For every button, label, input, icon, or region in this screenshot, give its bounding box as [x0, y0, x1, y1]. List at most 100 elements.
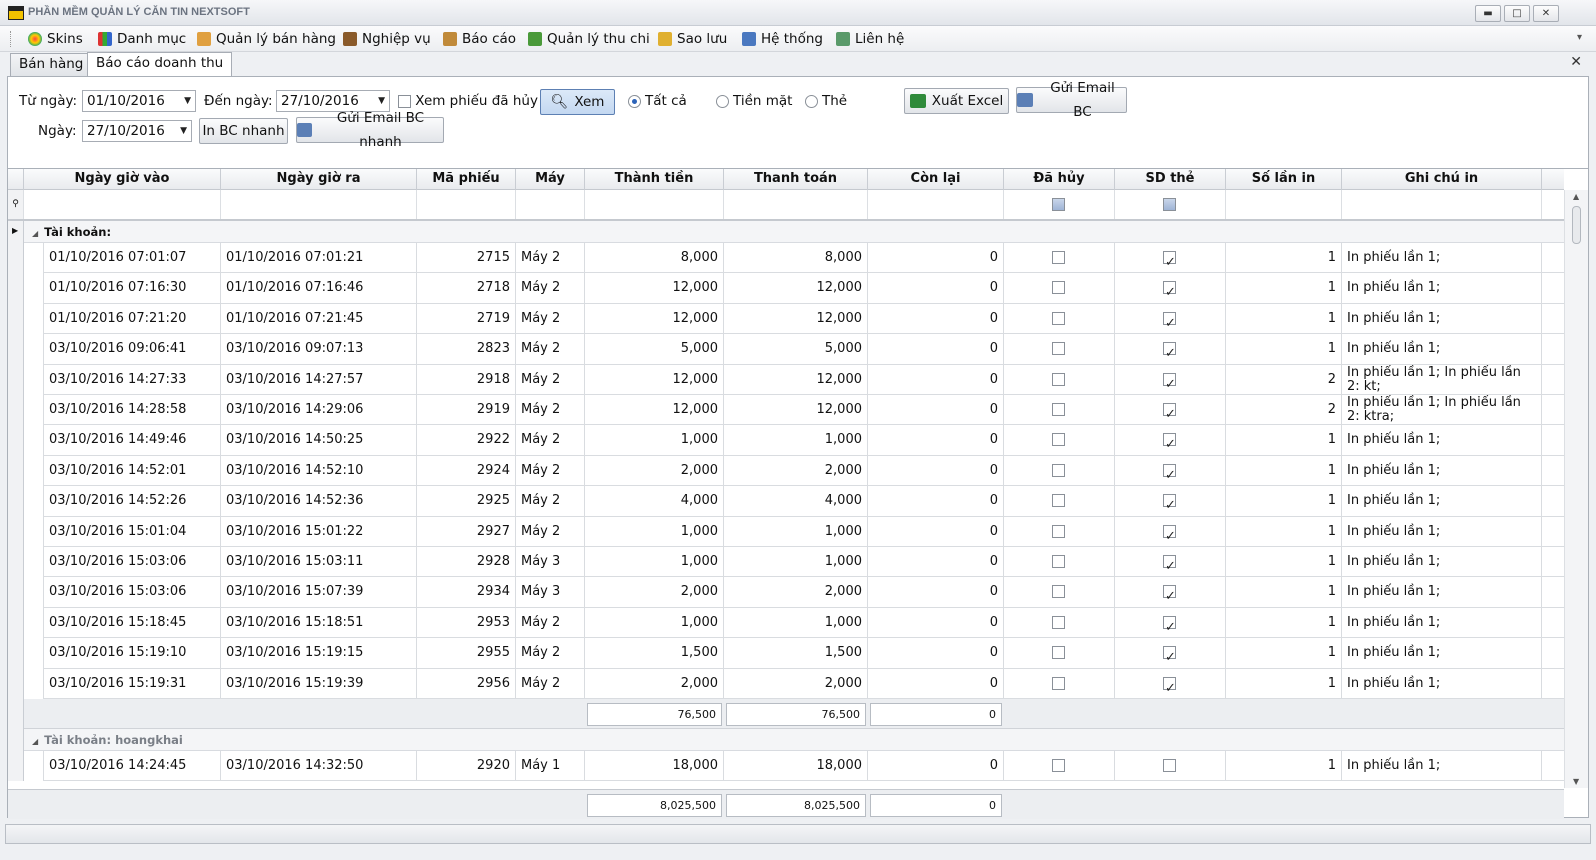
cell-9[interactable]: 1	[1226, 638, 1342, 669]
cell-8[interactable]	[1115, 243, 1226, 273]
cell-3[interactable]: Máy 3	[516, 547, 585, 577]
cell-4[interactable]: 1,000	[585, 547, 724, 577]
cell-6[interactable]: 0	[868, 638, 1004, 669]
cell-8[interactable]	[1115, 607, 1226, 638]
table-row[interactable]: 03/10/2016 14:49:46 03/10/2016 14:50:25 29…	[44, 425, 1564, 456]
filter-checkbox[interactable]	[1052, 198, 1065, 211]
cancelled-checkbox[interactable]	[1052, 251, 1065, 264]
view-button[interactable]: 🔍︎ Xem	[540, 89, 615, 115]
row-indicator[interactable]	[8, 729, 24, 751]
cell-8[interactable]	[1115, 395, 1226, 425]
cell-5[interactable]: 12,000	[724, 395, 868, 425]
cell-10[interactable]: In phiếu lần 1;	[1342, 334, 1542, 365]
collapse-group-icon[interactable]: ◢	[32, 223, 38, 245]
column-header-2[interactable]: Mã phiếu	[417, 169, 516, 190]
cell-8[interactable]	[1115, 638, 1226, 669]
cell-9[interactable]: 1	[1226, 243, 1342, 273]
cell-3[interactable]: Máy 2	[516, 395, 585, 425]
menu-item-1[interactable]: Danh mục	[98, 30, 186, 48]
cell-0[interactable]: 03/10/2016 15:18:45	[44, 607, 221, 638]
cell-8[interactable]	[1115, 486, 1226, 517]
table-row[interactable]: 01/10/2016 07:16:30 01/10/2016 07:16:46 27…	[44, 273, 1564, 304]
cell-9[interactable]: 1	[1226, 455, 1342, 486]
cell-6[interactable]: 0	[868, 364, 1004, 395]
cell-7[interactable]	[1004, 364, 1115, 395]
cell-5[interactable]: 18,000	[724, 751, 868, 781]
cell-2[interactable]: 2953	[417, 607, 516, 638]
card-used-checkbox[interactable]	[1163, 613, 1176, 638]
row-indicator[interactable]	[8, 668, 24, 699]
cell-2[interactable]: 2955	[417, 638, 516, 669]
cell-4[interactable]: 1,000	[585, 516, 724, 547]
cell-1[interactable]: 03/10/2016 14:50:25	[221, 425, 417, 456]
cell-1[interactable]: 01/10/2016 07:01:21	[221, 243, 417, 273]
cell-4[interactable]: 2,000	[585, 668, 724, 699]
table-row[interactable]: 01/10/2016 07:01:07 01/10/2016 07:01:21 27…	[44, 243, 1564, 274]
cell-7[interactable]	[1004, 303, 1115, 334]
cell-2[interactable]: 2823	[417, 334, 516, 365]
cell-10[interactable]: In phiếu lần 1;	[1342, 668, 1542, 699]
cell-2[interactable]: 2927	[417, 516, 516, 547]
cell-7[interactable]	[1004, 455, 1115, 486]
column-header-9[interactable]: Số lần in	[1226, 169, 1342, 190]
table-row[interactable]: 03/10/2016 15:19:10 03/10/2016 15:19:15 29…	[44, 638, 1564, 669]
table-row[interactable]: 03/10/2016 14:28:58 03/10/2016 14:29:06 29…	[44, 395, 1564, 426]
filter-cell-7[interactable]	[1004, 190, 1115, 219]
cell-8[interactable]	[1115, 577, 1226, 608]
card-used-checkbox[interactable]	[1163, 370, 1176, 395]
cell-0[interactable]: 03/10/2016 14:52:01	[44, 455, 221, 486]
filter-cell-9[interactable]	[1226, 190, 1342, 219]
table-row[interactable]: 03/10/2016 14:27:33 03/10/2016 14:27:57 29…	[44, 364, 1564, 395]
cell-3[interactable]: Máy 2	[516, 486, 585, 517]
cell-6[interactable]: 0	[868, 395, 1004, 425]
cell-8[interactable]	[1115, 547, 1226, 577]
cell-7[interactable]	[1004, 547, 1115, 577]
send-email-quick-button[interactable]: Gửi Email BC nhanh	[296, 110, 444, 150]
cell-5[interactable]: 12,000	[724, 273, 868, 304]
scrollbar-thumb[interactable]	[1572, 206, 1581, 244]
tab-ban-hang[interactable]: Bán hàng	[10, 53, 93, 76]
cell-1[interactable]: 03/10/2016 14:52:36	[221, 486, 417, 517]
row-indicator[interactable]	[8, 395, 24, 426]
card-used-checkbox[interactable]	[1163, 430, 1176, 455]
filter-cell-1[interactable]	[221, 190, 417, 219]
card-used-checkbox[interactable]	[1163, 759, 1176, 772]
card-used-checkbox[interactable]	[1163, 491, 1176, 516]
cell-1[interactable]: 03/10/2016 15:18:51	[221, 607, 417, 638]
cell-6[interactable]: 0	[868, 668, 1004, 699]
cell-0[interactable]: 03/10/2016 09:06:41	[44, 334, 221, 365]
menu-overflow-icon[interactable]: ▾	[1577, 32, 1582, 43]
menu-item-8[interactable]: Liên hệ	[836, 30, 904, 48]
cell-4[interactable]: 1,000	[585, 425, 724, 456]
cell-0[interactable]: 03/10/2016 14:52:26	[44, 486, 221, 517]
row-indicator[interactable]	[8, 486, 24, 517]
card-used-checkbox[interactable]	[1163, 582, 1176, 607]
cell-10[interactable]: In phiếu lần 1;	[1342, 547, 1542, 577]
cell-0[interactable]: 03/10/2016 14:28:58	[44, 395, 221, 425]
cell-7[interactable]	[1004, 486, 1115, 517]
cell-10[interactable]: In phiếu lần 1;	[1342, 486, 1542, 517]
cancelled-checkbox[interactable]	[1052, 676, 1065, 690]
cell-10[interactable]: In phiếu lần 1;	[1342, 455, 1542, 486]
cell-9[interactable]: 1	[1226, 303, 1342, 334]
cell-10[interactable]: In phiếu lần 1;	[1342, 638, 1542, 669]
table-row[interactable]: 03/10/2016 14:24:45 03/10/2016 14:32:50 29…	[44, 751, 1564, 782]
cell-8[interactable]	[1115, 303, 1226, 334]
cell-4[interactable]: 5,000	[585, 334, 724, 365]
cell-10[interactable]: In phiếu lần 1;	[1342, 577, 1542, 608]
cell-0[interactable]: 01/10/2016 07:21:20	[44, 303, 221, 334]
filter-cell-5[interactable]	[724, 190, 868, 219]
column-header-3[interactable]: Máy	[516, 169, 585, 190]
group-row[interactable]: ◢ Tài khoản: hoangkhai	[24, 729, 1564, 751]
cell-1[interactable]: 03/10/2016 09:07:13	[221, 334, 417, 365]
cell-4[interactable]: 8,000	[585, 243, 724, 273]
cell-2[interactable]: 2956	[417, 668, 516, 699]
date-picker[interactable]: 27/10/2016 ▼	[82, 120, 192, 142]
cell-6[interactable]: 0	[868, 273, 1004, 304]
cell-6[interactable]: 0	[868, 334, 1004, 365]
cell-3[interactable]: Máy 2	[516, 334, 585, 365]
column-header-1[interactable]: Ngày giờ ra	[221, 169, 417, 190]
menu-item-0[interactable]: Skins	[28, 30, 83, 48]
card-used-checkbox[interactable]	[1163, 674, 1176, 699]
card-used-checkbox[interactable]	[1163, 552, 1176, 577]
